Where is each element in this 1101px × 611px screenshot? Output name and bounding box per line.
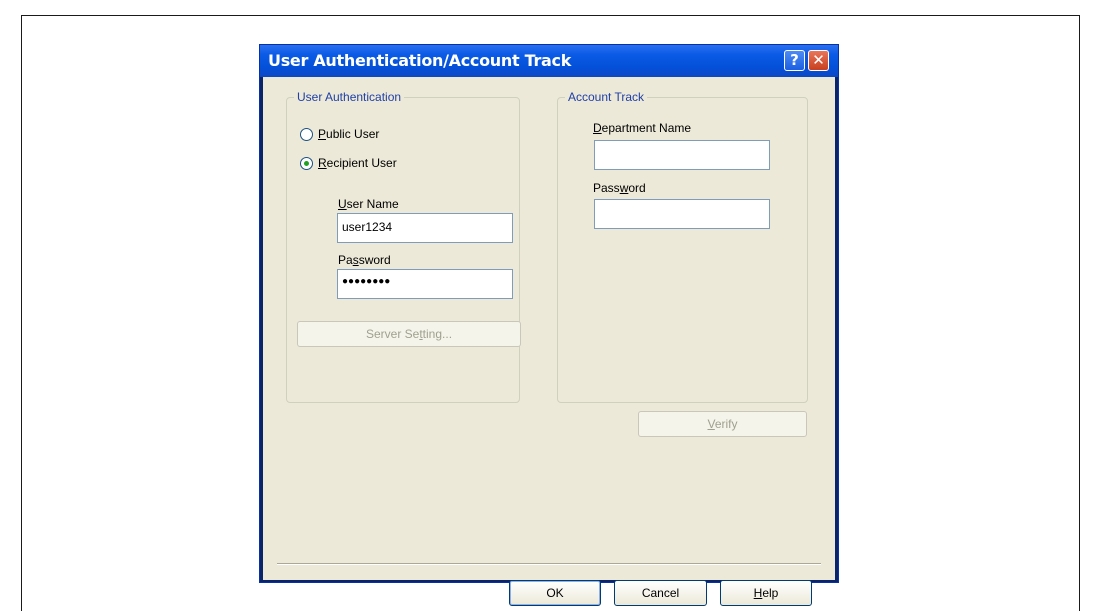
account-password-input[interactable] — [594, 199, 770, 229]
recipient-user-radio[interactable] — [300, 157, 313, 170]
dialog-title: User Authentication/Account Track — [268, 51, 572, 70]
title-bar[interactable]: User Authentication/Account Track ? ✕ — [260, 45, 838, 77]
user-authentication-legend: User Authentication — [294, 90, 405, 104]
department-name-label: Department Name — [593, 121, 692, 135]
account-password-label: Password — [593, 181, 646, 195]
user-name-label: User Name — [338, 197, 399, 211]
verify-button[interactable]: Verify — [638, 411, 807, 437]
server-setting-button[interactable]: Server Setting... — [297, 321, 521, 347]
close-icon[interactable]: ✕ — [808, 50, 829, 71]
user-name-input[interactable]: user1234 — [337, 213, 513, 243]
department-name-input[interactable] — [594, 140, 770, 170]
recipient-user-label[interactable]: Recipient User — [318, 156, 397, 170]
account-track-group: Account Track Department Name Password — [557, 90, 808, 403]
dialog-client-area: User Authentication Public User Recipien… — [263, 77, 835, 606]
footer-separator — [277, 563, 821, 565]
ok-button[interactable]: OK — [509, 580, 601, 606]
help-button[interactable]: Help — [720, 580, 812, 606]
auth-dialog: User Authentication/Account Track ? ✕ Us… — [259, 44, 839, 606]
public-user-radio[interactable] — [300, 128, 313, 141]
password-label: Password — [338, 253, 391, 267]
user-authentication-group: User Authentication Public User Recipien… — [286, 90, 521, 403]
cancel-button[interactable]: Cancel — [614, 580, 707, 606]
password-input[interactable]: ●●●●●●●● — [337, 269, 513, 299]
public-user-label[interactable]: Public User — [318, 127, 379, 141]
help-icon[interactable]: ? — [784, 50, 805, 71]
account-track-legend: Account Track — [565, 90, 648, 104]
